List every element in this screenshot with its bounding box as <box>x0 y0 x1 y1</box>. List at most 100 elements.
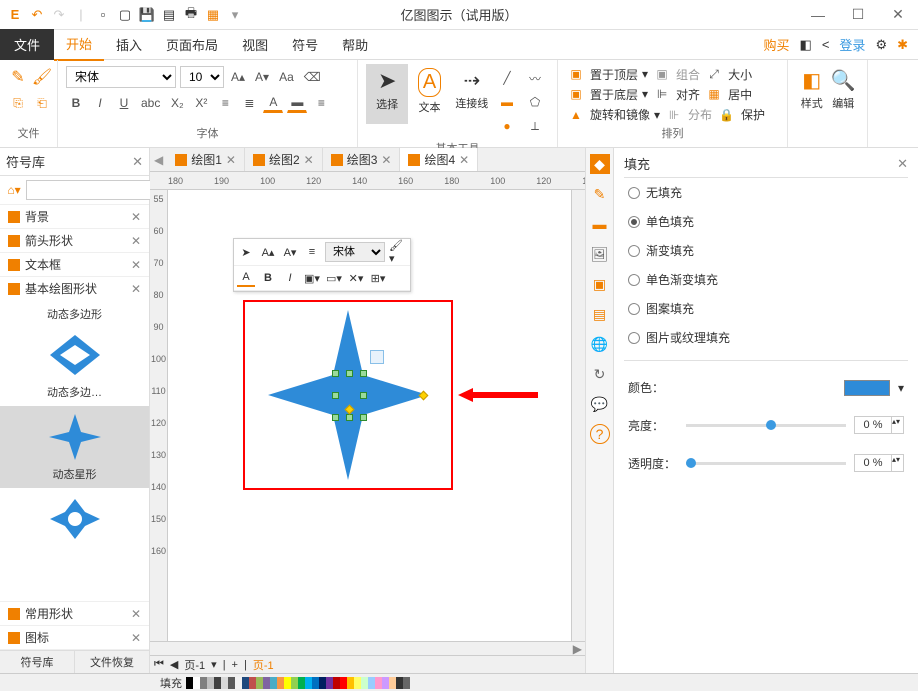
bullets-icon[interactable]: ≣ <box>239 93 259 113</box>
palette-color[interactable] <box>242 677 249 689</box>
text-align-icon[interactable]: ≡ <box>311 93 331 113</box>
bold-icon[interactable]: B <box>66 93 86 113</box>
align-label[interactable]: 对齐 <box>676 86 700 103</box>
bring-front-icon[interactable]: ▣ <box>566 64 586 84</box>
cat-basic-shapes[interactable]: 基本绘图形状✕ <box>0 276 149 300</box>
menu-symbol[interactable]: 符号 <box>280 29 330 60</box>
floating-toolbar[interactable]: ➤ A▴ A▾ ≡ 宋体 🖌▾ A B I ▣▾ ▭▾ ✕▾ ⊞▾ <box>233 238 411 292</box>
fill-pattern[interactable]: 图案填充 <box>624 294 908 323</box>
close-button[interactable]: ✕ <box>878 1 918 29</box>
ft-more-icon[interactable]: ⊞▾ <box>369 269 387 287</box>
color-palette[interactable] <box>186 677 410 689</box>
palette-color[interactable] <box>221 677 228 689</box>
palette-color[interactable] <box>319 677 326 689</box>
menu-help[interactable]: 帮助 <box>330 29 380 60</box>
ft-font-select[interactable]: 宋体 <box>325 242 385 262</box>
palette-color[interactable] <box>361 677 368 689</box>
handle-n[interactable] <box>346 370 353 377</box>
line-panel-icon[interactable]: ✎ <box>590 184 610 204</box>
align-icon[interactable]: ⊫ <box>652 84 672 104</box>
save-icon[interactable]: 💾 <box>138 6 156 24</box>
minimize-button[interactable]: — <box>798 1 838 29</box>
tab-1-close-icon[interactable]: ✕ <box>226 153 236 167</box>
palette-color[interactable] <box>235 677 242 689</box>
strike-icon[interactable]: abc <box>138 93 163 113</box>
menu-view[interactable]: 视图 <box>230 29 280 60</box>
circle-tool-icon[interactable]: ● <box>497 116 517 136</box>
fill-solid-gradient[interactable]: 单色渐变填充 <box>624 265 908 294</box>
protect-label[interactable]: 保护 <box>741 106 765 123</box>
paste-icon[interactable]: ⎗ <box>32 93 52 113</box>
palette-color[interactable] <box>382 677 389 689</box>
palette-color[interactable] <box>277 677 284 689</box>
fill-panel-icon[interactable]: ◆ <box>590 154 610 174</box>
sidebar-close-icon[interactable]: ✕ <box>132 154 143 170</box>
print-icon[interactable]: 🖶 <box>182 6 200 24</box>
palette-color[interactable] <box>193 677 200 689</box>
subscript-icon[interactable]: X₂ <box>167 93 187 113</box>
image-panel-icon[interactable]: 🖼 <box>590 244 610 264</box>
layer-panel-icon[interactable]: ▣ <box>590 274 610 294</box>
tab-2-close-icon[interactable]: ✕ <box>304 153 314 167</box>
fill-none[interactable]: 无填充 <box>624 178 908 207</box>
tab-4-close-icon[interactable]: ✕ <box>459 153 469 167</box>
line-tool-icon[interactable]: ╱ <box>497 68 517 88</box>
ft-italic-icon[interactable]: I <box>281 269 299 287</box>
palette-color[interactable] <box>375 677 382 689</box>
send-back-label[interactable]: 置于底层 <box>590 86 638 103</box>
palette-color[interactable] <box>249 677 256 689</box>
decrease-font-icon[interactable]: A▾ <box>252 67 272 87</box>
scrollbar-v[interactable] <box>571 190 585 641</box>
rect-tool-icon[interactable]: ▬ <box>497 92 517 112</box>
cat-common[interactable]: 常用形状✕ <box>0 601 149 625</box>
tab-3-close-icon[interactable]: ✕ <box>381 153 391 167</box>
ft-inc-font-icon[interactable]: A▴ <box>259 243 277 261</box>
palette-color[interactable] <box>340 677 347 689</box>
settings-icon[interactable]: ⚙ <box>875 37 887 53</box>
brightness-slider[interactable] <box>686 424 846 427</box>
social-icon[interactable]: < <box>822 37 830 52</box>
opacity-spinner[interactable]: 0 %▴▾ <box>854 454 904 472</box>
opacity-slider[interactable] <box>686 462 846 465</box>
center-icon[interactable]: ▦ <box>704 84 724 104</box>
color-dropdown-icon[interactable]: ▾ <box>898 381 904 395</box>
star-shape[interactable] <box>268 310 428 480</box>
palette-color[interactable] <box>207 677 214 689</box>
select-tool[interactable]: ➤选择 <box>366 64 408 124</box>
page-prev-icon[interactable]: ◀ <box>170 658 178 671</box>
shape-dyn-star2[interactable] <box>0 488 149 550</box>
palette-color[interactable] <box>291 677 298 689</box>
login-link[interactable]: 登录 <box>839 35 865 54</box>
protect-icon[interactable]: 🔒 <box>716 105 737 125</box>
palette-color[interactable] <box>389 677 396 689</box>
palette-color[interactable] <box>312 677 319 689</box>
distribute-icon[interactable]: ⊪ <box>664 105 684 125</box>
redo-icon[interactable]: ↷ <box>50 6 68 24</box>
ft-select-icon[interactable]: ➤ <box>237 243 255 261</box>
palette-color[interactable] <box>333 677 340 689</box>
distribute-label[interactable]: 分布 <box>688 106 712 123</box>
palette-color[interactable] <box>403 677 410 689</box>
line-spacing-icon[interactable]: ≡ <box>215 93 235 113</box>
maximize-button[interactable]: ☐ <box>838 1 878 29</box>
palette-color[interactable] <box>270 677 277 689</box>
ft-line-icon[interactable]: ▭▾ <box>325 269 343 287</box>
file-menu[interactable]: 文件 <box>0 29 54 60</box>
palette-color[interactable] <box>305 677 312 689</box>
open-icon[interactable]: ▢ <box>116 6 134 24</box>
increase-font-icon[interactable]: A▴ <box>228 67 248 87</box>
palette-color[interactable] <box>347 677 354 689</box>
fill-texture[interactable]: 图片或纹理填充 <box>624 323 908 352</box>
superscript-icon[interactable]: X² <box>191 93 211 113</box>
ft-fontcolor-icon[interactable]: A <box>237 269 255 287</box>
handle-ne[interactable] <box>360 370 367 377</box>
copy-icon[interactable]: ⎘ <box>8 93 28 113</box>
tab-2[interactable]: 绘图2✕ <box>245 148 323 172</box>
handle-sw[interactable] <box>332 414 339 421</box>
palette-color[interactable] <box>263 677 270 689</box>
palette-color[interactable] <box>186 677 193 689</box>
text-tool[interactable]: A文本 <box>408 64 450 124</box>
buy-link[interactable]: 购买 <box>764 35 790 54</box>
style-button[interactable]: ◧样式 <box>796 64 828 124</box>
group-icon[interactable]: ▣ <box>652 64 672 84</box>
